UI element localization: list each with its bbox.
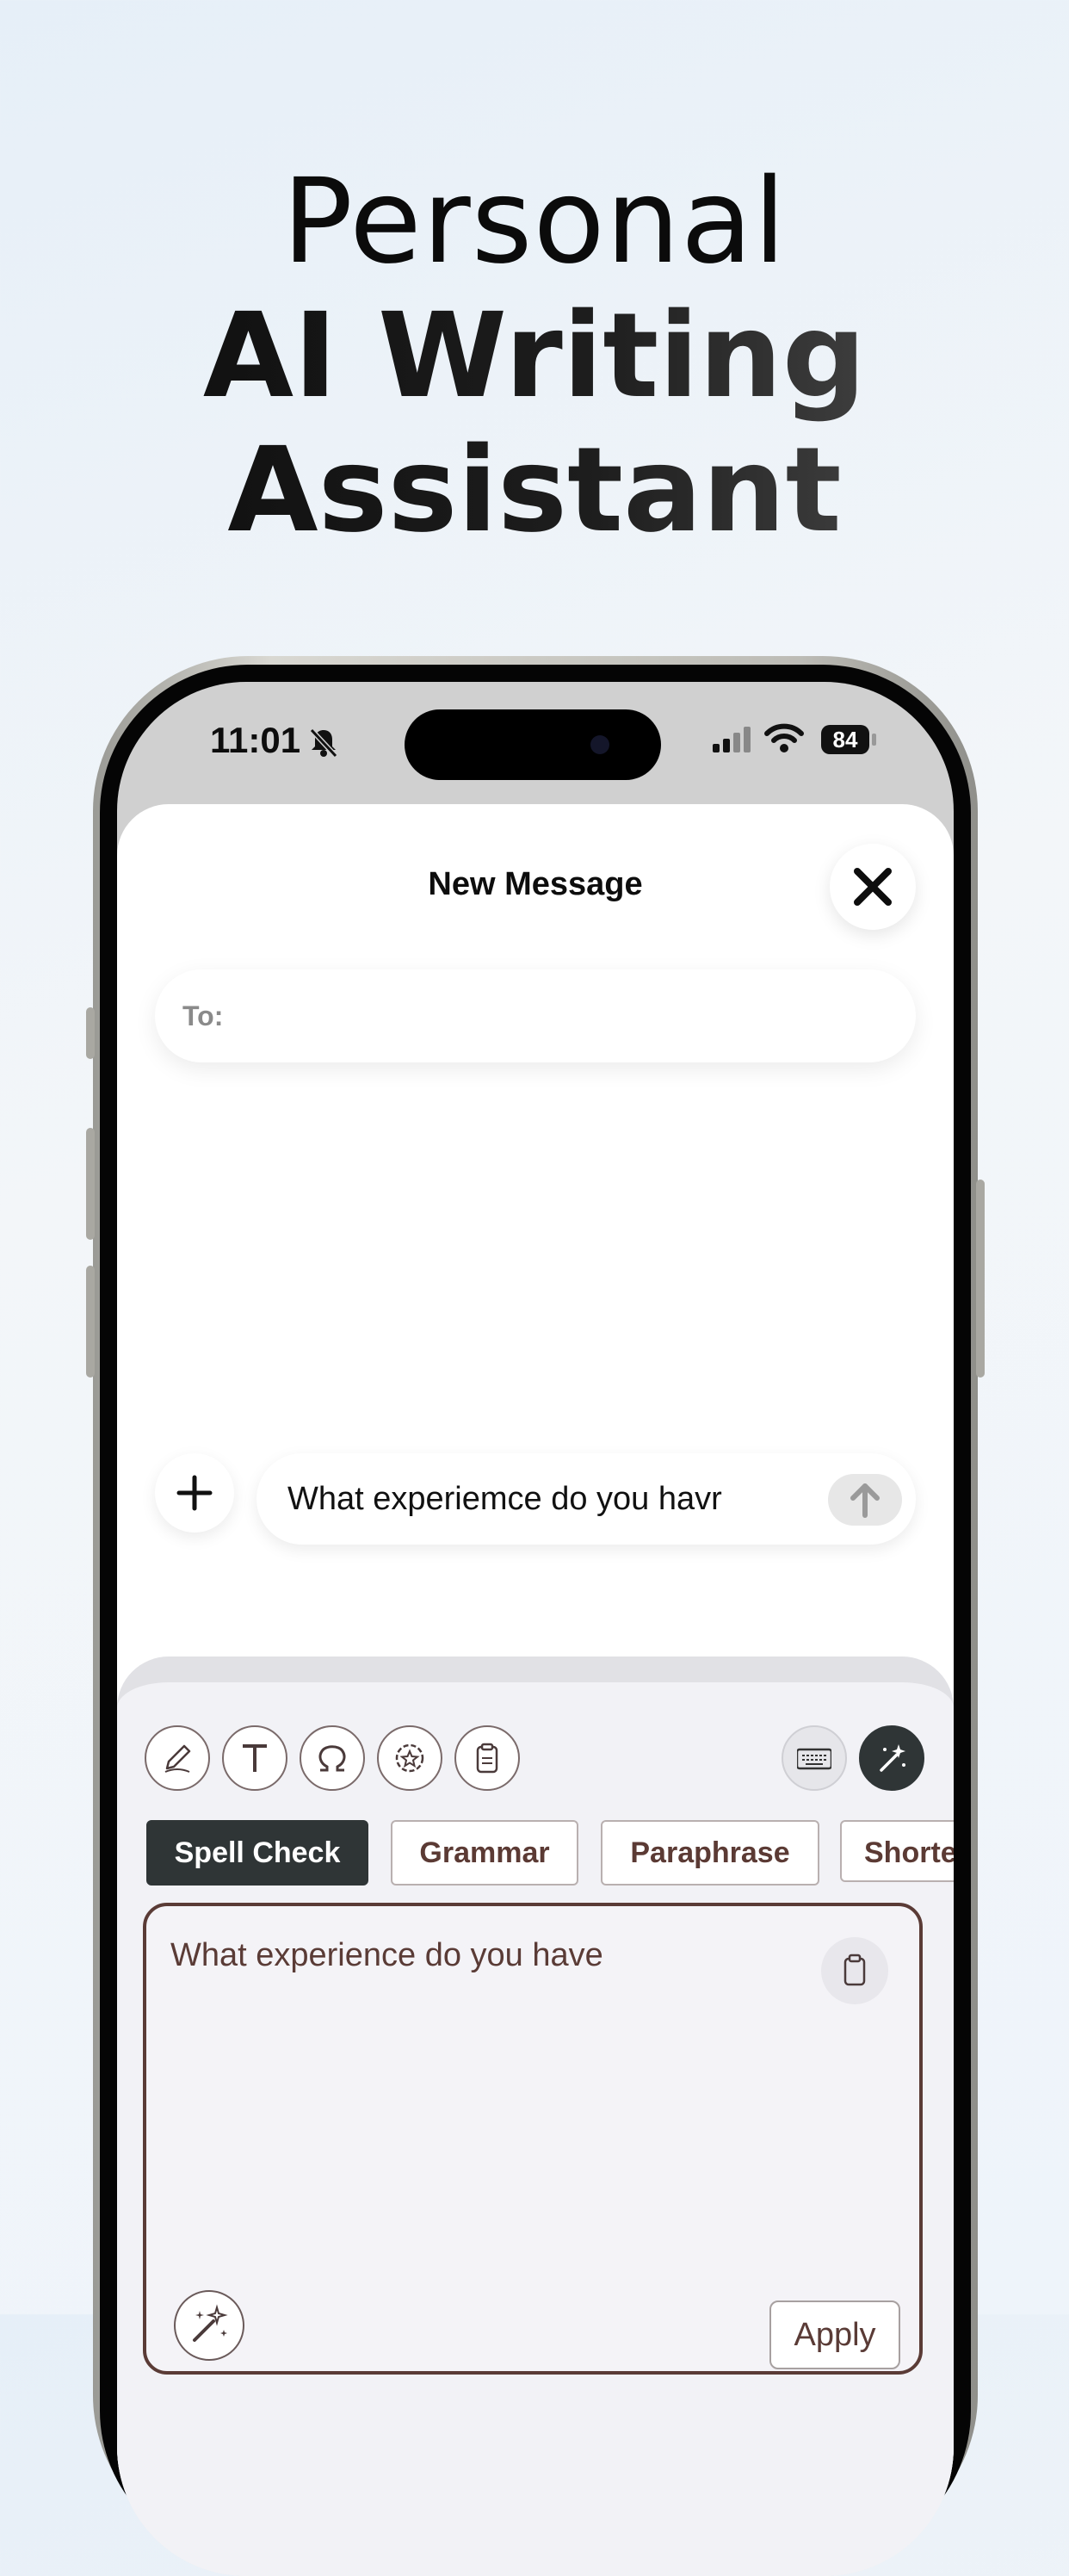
regenerate-button[interactable] <box>174 2290 244 2361</box>
plus-icon <box>176 1475 213 1511</box>
battery-icon: 84 <box>821 725 869 754</box>
arrow-up-icon <box>850 1483 880 1518</box>
headline-line-2: AI Writing <box>0 289 1069 424</box>
keyboard-button[interactable] <box>782 1725 847 1791</box>
battery-tip <box>872 734 876 746</box>
pencil-icon <box>164 1744 191 1773</box>
sheet-title: New Message <box>428 866 643 902</box>
headline: Personal AI Writing Assistant <box>0 155 1069 558</box>
phone-screen: 11:01 84 New Message To: What experiemce… <box>117 682 954 2576</box>
ai-keyboard: Spell Check Grammar Paraphrase Shorte Wh… <box>117 1656 954 2576</box>
bell-slash-icon <box>309 728 338 759</box>
result-box: What experience do you have Apply <box>143 1903 923 2375</box>
mode-chip-paraphrase[interactable]: Paraphrase <box>601 1820 819 1886</box>
to-field[interactable]: To: <box>155 969 916 1062</box>
headline-line-3: Assistant <box>0 424 1069 558</box>
to-label: To: <box>182 1000 224 1031</box>
volume-up-button <box>86 1128 95 1240</box>
pencil-button[interactable] <box>145 1725 210 1791</box>
keyboard-icon <box>797 1748 831 1770</box>
action-button <box>86 1007 95 1059</box>
dynamic-island <box>405 709 661 780</box>
clipboard-icon <box>843 1954 866 1986</box>
send-button[interactable] <box>828 1474 902 1526</box>
magic-wand-icon <box>880 1744 905 1772</box>
clipboard-icon <box>476 1743 498 1774</box>
attach-button[interactable] <box>155 1453 234 1533</box>
magic-wand-icon <box>193 2304 228 2342</box>
power-button <box>976 1180 985 1378</box>
text-format-icon <box>243 1744 267 1772</box>
clipboard-button[interactable] <box>454 1725 520 1791</box>
copy-button[interactable] <box>821 1937 888 2004</box>
ai-assistant-button[interactable] <box>859 1725 924 1791</box>
result-text: What experience do you have <box>170 1937 603 1973</box>
symbols-button[interactable] <box>300 1725 365 1791</box>
close-button[interactable] <box>830 844 916 930</box>
message-input[interactable]: What experiemce do you havr <box>256 1453 916 1545</box>
status-time: 11:01 <box>210 720 301 760</box>
cellular-signal-icon <box>713 727 751 752</box>
badge-button[interactable] <box>377 1725 442 1791</box>
camera-icon <box>590 735 609 754</box>
wifi-icon <box>764 723 804 752</box>
mode-chip-grammar[interactable]: Grammar <box>391 1820 578 1886</box>
mode-chip-spell-check[interactable]: Spell Check <box>146 1820 368 1886</box>
mode-chip-shorten[interactable]: Shorte <box>840 1820 954 1882</box>
compose-sheet: New Message To: What experiemce do you h… <box>117 804 954 2576</box>
apply-button[interactable]: Apply <box>769 2300 900 2369</box>
close-icon <box>854 868 892 906</box>
volume-down-button <box>86 1266 95 1378</box>
omega-symbol-icon <box>318 1745 346 1772</box>
status-bar: 11:01 84 <box>117 682 954 802</box>
headline-line-1: Personal <box>281 154 788 290</box>
star-badge-icon <box>395 1743 424 1773</box>
text-format-button[interactable] <box>222 1725 287 1791</box>
message-text: What experiemce do you havr <box>287 1481 722 1517</box>
